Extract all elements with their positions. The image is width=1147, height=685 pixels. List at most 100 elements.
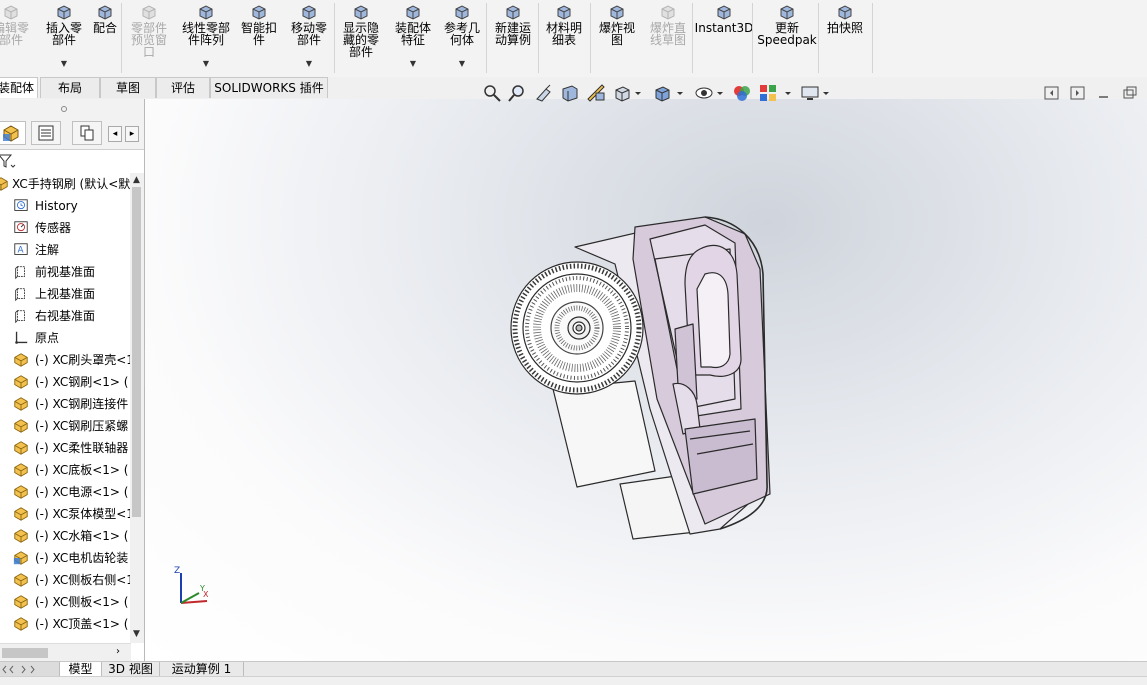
- horizontal-scroll-thumb[interactable]: [2, 648, 48, 658]
- section-view-icon[interactable]: [560, 83, 580, 103]
- ribbon-button-label: 拍快照: [820, 22, 870, 34]
- snapshot-button[interactable]: 拍快照: [820, 0, 870, 76]
- ribbon-button-label: 移动零部件: [282, 22, 336, 46]
- move-part-icon: [300, 3, 318, 21]
- ribbon-button-label: 配合: [88, 22, 122, 34]
- tree-node-label: (-) XC钢刷压紧螺: [35, 415, 128, 437]
- scroll-right-icon[interactable]: ›: [116, 646, 120, 657]
- property-list-icon: [36, 123, 56, 143]
- tab-motion-study-1[interactable]: 运动算例 1: [160, 662, 244, 677]
- ribbon-separator: [334, 3, 335, 73]
- edit-appearance-icon[interactable]: [732, 83, 752, 103]
- tab-model[interactable]: 模型: [60, 662, 102, 677]
- exploded-view-button[interactable]: 爆炸视图: [592, 0, 642, 76]
- tile-right-icon[interactable]: [1068, 83, 1088, 103]
- tree-node-label: (-) XC钢刷<1> (: [35, 371, 128, 393]
- dropdown-arrow-icon[interactable]: ▼: [438, 58, 486, 70]
- ribbon-separator: [692, 3, 693, 73]
- insert-part-button[interactable]: 插入零部件▼: [40, 0, 88, 76]
- exploded-view-icon: [608, 3, 626, 21]
- panel-tabs-next-button[interactable]: ▸: [125, 126, 139, 142]
- tab-evaluate[interactable]: 评估: [156, 77, 210, 98]
- minimize-window-icon[interactable]: [1094, 83, 1114, 103]
- plane-icon: [12, 286, 30, 302]
- configuration-icon: [77, 123, 97, 143]
- linear-pattern-button[interactable]: 线性零部件阵列▼: [174, 0, 238, 76]
- view-settings-icon[interactable]: [800, 83, 820, 103]
- property-manager-tab[interactable]: [31, 121, 61, 145]
- view-orientation-dropdown-icon[interactable]: [632, 83, 644, 103]
- part-preview-button[interactable]: 零部件预览窗口: [124, 0, 174, 76]
- apply-scene-icon[interactable]: [758, 83, 778, 103]
- command-manager-ribbon: 编辑零部件插入零部件▼配合零部件预览窗口线性零部件阵列▼智能扣件移动零部件▼显示…: [0, 0, 1147, 78]
- tree-node-label: 上视基准面: [35, 283, 95, 305]
- zoom-to-fit-icon[interactable]: [482, 83, 502, 103]
- display-style-icon[interactable]: [652, 83, 672, 103]
- tab-scroll-buttons[interactable]: [0, 662, 60, 677]
- sensor-icon: [12, 220, 30, 236]
- tab-navigation-arrows-icon[interactable]: [0, 662, 60, 677]
- configuration-manager-tab[interactable]: [72, 121, 102, 145]
- view-orientation-icon[interactable]: [612, 83, 632, 103]
- zoom-to-area-icon[interactable]: [508, 83, 528, 103]
- tab-solidworks-addins[interactable]: SOLIDWORKS 插件: [210, 77, 328, 98]
- speedpak-icon: [778, 3, 796, 21]
- ribbon-button-label: 显示隐藏的零部件: [336, 22, 386, 58]
- feature-tree-horizontal-scrollbar[interactable]: ›: [0, 643, 131, 661]
- explode-line-button[interactable]: 爆炸直线草图: [642, 0, 694, 76]
- assembly-model-3d[interactable]: [145, 99, 1147, 661]
- reference-geometry-icon: [453, 3, 471, 21]
- vertical-scroll-thumb[interactable]: [132, 187, 141, 517]
- tab-sketch[interactable]: 草图: [100, 77, 156, 98]
- hide-show-dropdown-icon[interactable]: [714, 83, 726, 103]
- tab-3d-views[interactable]: 3D 视图: [102, 662, 160, 677]
- previous-view-icon[interactable]: [534, 83, 554, 103]
- dropdown-arrow-icon[interactable]: ▼: [40, 58, 88, 70]
- update-speedpak-button[interactable]: 更新Speedpak: [756, 0, 818, 76]
- mate-button[interactable]: 配合: [88, 0, 122, 76]
- dropdown-arrow-icon[interactable]: ▼: [174, 58, 238, 70]
- ribbon-button-label: 参考几何体: [438, 22, 486, 46]
- tab-assembly[interactable]: 装配体: [0, 77, 38, 98]
- model-view-tabs: 模型 3D 视图 运动算例 1: [0, 661, 1147, 677]
- view-settings-dropdown-icon[interactable]: [820, 83, 832, 103]
- dropdown-arrow-icon[interactable]: ▼: [388, 58, 438, 70]
- feature-tree-vertical-scrollbar[interactable]: ▲ ▼: [130, 173, 144, 643]
- edit-part-icon: [2, 3, 20, 21]
- panel-grip[interactable]: [0, 99, 144, 118]
- display-style-dropdown-icon[interactable]: [674, 83, 686, 103]
- restore-window-icon[interactable]: [1120, 83, 1140, 103]
- tree-node-label: (-) XC电机齿轮装: [35, 547, 128, 569]
- apply-scene-dropdown-icon[interactable]: [782, 83, 794, 103]
- scroll-down-icon[interactable]: ▼: [133, 629, 140, 639]
- tree-node-label: (-) XC水箱<1> (: [35, 525, 128, 547]
- assembly-feature-icon: [404, 3, 422, 21]
- tab-layout[interactable]: 布局: [40, 77, 100, 98]
- graphics-viewport[interactable]: Z X Y: [145, 99, 1147, 661]
- dynamic-annotation-views-icon[interactable]: [586, 83, 606, 103]
- bom-button[interactable]: 材料明细表: [540, 0, 588, 76]
- ribbon-separator: [590, 3, 591, 73]
- panel-tabs-prev-button[interactable]: ◂: [108, 126, 122, 142]
- hide-show-items-icon[interactable]: [694, 83, 714, 103]
- smart-fastener-button[interactable]: 智能扣件: [238, 0, 280, 76]
- feature-manager-tab[interactable]: [0, 121, 26, 145]
- tree-node-label: History: [35, 195, 78, 217]
- edit-part-button[interactable]: 编辑零部件: [0, 0, 32, 76]
- move-part-button[interactable]: 移动零部件 ▼: [282, 0, 336, 76]
- show-hidden-button[interactable]: 显示隐藏的零部件: [336, 0, 386, 76]
- tree-node-label: (-) XC侧板<1> (: [35, 591, 128, 613]
- filter-icon[interactable]: [0, 152, 18, 172]
- part-icon: [12, 506, 30, 522]
- part-icon: [12, 462, 30, 478]
- ribbon-button-label: 更新Speedpak: [756, 22, 818, 46]
- new-motion-study-button[interactable]: 新建运动算例: [490, 0, 536, 76]
- instant3d-button[interactable]: Instant3D: [694, 0, 754, 76]
- tile-left-icon[interactable]: [1042, 83, 1062, 103]
- scroll-up-icon[interactable]: ▲: [133, 175, 140, 185]
- coordinate-triad: Z X Y: [167, 561, 217, 611]
- reference-geometry-button[interactable]: 参考几何体 ▼: [438, 0, 486, 76]
- triad-y-label: Y: [199, 584, 205, 593]
- dropdown-arrow-icon[interactable]: ▼: [282, 58, 336, 70]
- assembly-feature-button[interactable]: 装配体特征▼: [388, 0, 438, 76]
